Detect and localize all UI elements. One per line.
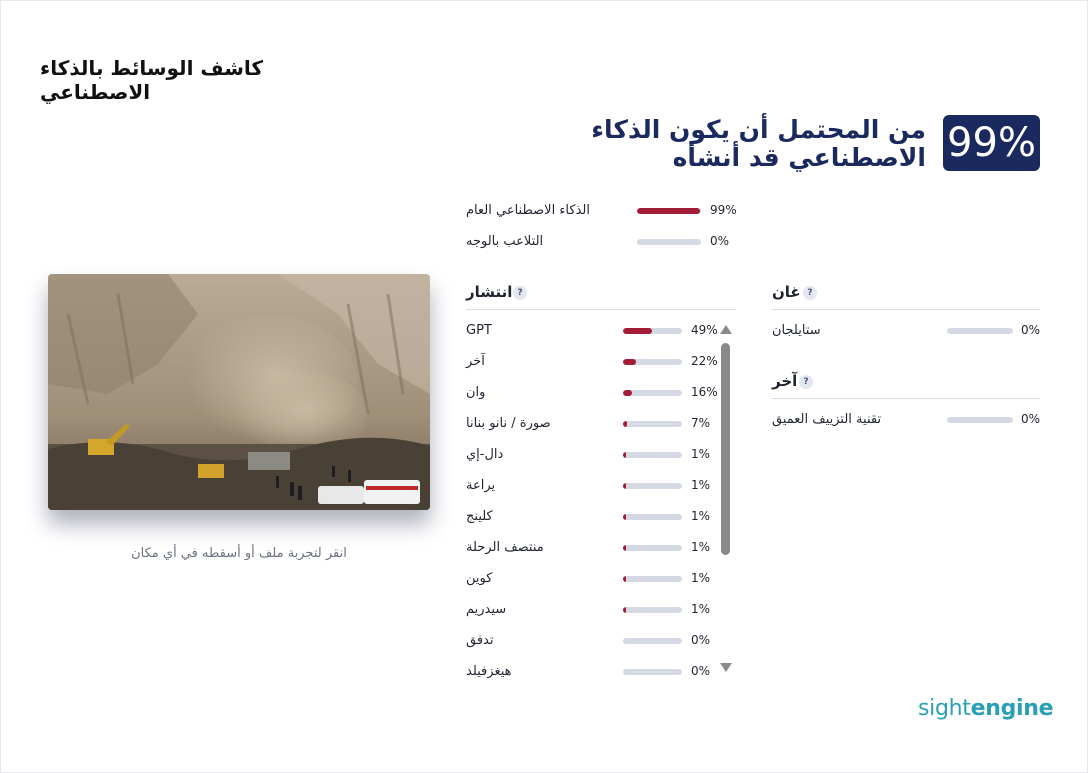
diffusion-row-value: 0% (691, 664, 711, 678)
overall-row-bar (637, 239, 701, 245)
scroll-thumb[interactable] (721, 343, 730, 555)
diffusion-row-bar-fill (623, 545, 626, 551)
diffusion-row-value: 7% (691, 416, 711, 430)
diffusion-row-bar-fill (623, 514, 626, 520)
diffusion-row-label: وان (466, 385, 486, 400)
diffusion-row-bar (623, 607, 682, 613)
diffusion-row-value: 1% (691, 509, 711, 523)
scroll-up-arrow-icon[interactable] (720, 325, 732, 334)
other-help-icon[interactable]: ? (799, 375, 813, 389)
diffusion-row-bar (623, 390, 682, 396)
diffusion-row-bar-fill (623, 576, 626, 582)
diffusion-row-bar (623, 359, 682, 365)
uploaded-image-preview[interactable] (48, 274, 430, 510)
gan-row-label: ستايلجان (772, 323, 821, 338)
diffusion-row-bar (623, 638, 682, 644)
diffusion-row-bar (623, 514, 682, 520)
overall-row-bar (637, 208, 701, 214)
diffusion-row-value: 1% (691, 602, 711, 616)
diffusion-row-value: 22% (691, 354, 718, 368)
diffusion-row-label: آخر (466, 354, 485, 369)
diffusion-row-label: صورة / نانو بنانا (466, 416, 551, 431)
upload-hint[interactable]: انقر لتجربة ملف أو أسقطه في أي مكان (48, 546, 430, 561)
diffusion-row-bar-fill (623, 328, 652, 334)
diffusion-row-value: 49% (691, 323, 718, 337)
diffusion-row-bar-fill (623, 483, 626, 489)
diffusion-divider (466, 309, 736, 310)
gan-help-icon[interactable]: ? (803, 286, 817, 300)
other-section-title: آخر (772, 372, 798, 390)
overall-row-bar-fill (637, 208, 701, 214)
diffusion-row-value: 0% (691, 633, 711, 647)
other-divider (772, 398, 1040, 399)
diffusion-row-bar (623, 545, 682, 551)
diffusion-row-value: 16% (691, 385, 718, 399)
diffusion-row-label: منتصف الرحلة (466, 540, 544, 555)
diffusion-row-bar (623, 669, 682, 675)
sightengine-logo[interactable]: sightengine (918, 696, 1054, 721)
gan-section-title: غان (772, 283, 801, 301)
diffusion-row-label: كوين (466, 571, 493, 586)
other-row-label: تقنية التزييف العميق (772, 412, 882, 427)
diffusion-row-bar (623, 576, 682, 582)
overall-row-value: 99% (710, 203, 737, 217)
scroll-down-arrow-icon[interactable] (720, 663, 732, 672)
other-row-value: 0% (1021, 412, 1041, 426)
diffusion-row-label: تدفق (466, 633, 494, 648)
diffusion-row-bar-fill (623, 607, 626, 613)
result-headline: من المحتمل أن يكون الذكاء الاصطناعي قد أ… (591, 115, 926, 172)
quarry-rockfall-image (48, 274, 430, 510)
other-row-bar (947, 417, 1013, 423)
diffusion-row-label: يراعة (466, 478, 496, 493)
page-title: كاشف الوسائط بالذكاء الاصطناعي (40, 56, 264, 104)
diffusion-row-bar (623, 483, 682, 489)
diffusion-row-label: كلينج (466, 509, 493, 524)
diffusion-row-value: 1% (691, 447, 711, 461)
diffusion-row-label: هيغزفيلد (466, 664, 512, 679)
logo-text-light: sight (918, 696, 971, 721)
diffusion-row-value: 1% (691, 571, 711, 585)
diffusion-row-label: سيدريم (466, 602, 507, 617)
diffusion-row-bar-fill (623, 421, 628, 427)
gan-divider (772, 309, 1040, 310)
diffusion-row-value: 1% (691, 540, 711, 554)
diffusion-row-bar (623, 328, 682, 334)
diffusion-section-title: انتشار (466, 283, 513, 301)
diffusion-row-bar-fill (623, 359, 636, 365)
diffusion-row-label: GPT (466, 323, 492, 338)
diffusion-row-bar (623, 421, 682, 427)
diffusion-row-bar-fill (623, 390, 633, 396)
gan-row-bar (947, 328, 1013, 334)
overall-row-label: الذكاء الاصطناعي العام (466, 203, 590, 218)
diffusion-row-value: 1% (691, 478, 711, 492)
diffusion-help-icon[interactable]: ? (513, 286, 527, 300)
score-badge: 99% (943, 115, 1040, 171)
diffusion-row-bar-fill (623, 452, 626, 458)
gan-row-value: 0% (1021, 323, 1041, 337)
overall-row-value: 0% (710, 234, 730, 248)
overall-row-label: التلاعب بالوجه (466, 234, 544, 249)
logo-text-bold: engine (970, 696, 1054, 721)
diffusion-scrollbar[interactable] (720, 325, 732, 672)
diffusion-row-label: دال-إي (466, 447, 504, 462)
diffusion-row-bar (623, 452, 682, 458)
